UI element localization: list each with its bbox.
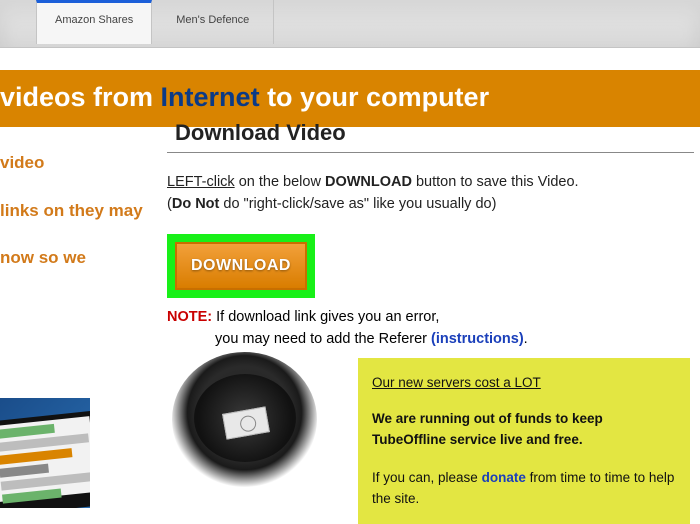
instructions-link[interactable]: (instructions) <box>431 331 524 347</box>
sidebar-line-1: video <box>0 150 145 176</box>
ad-tab-1[interactable]: Amazon Shares <box>36 0 152 44</box>
note-dot: . <box>524 331 528 347</box>
ad-tab-2[interactable]: Men's Defence <box>152 0 274 44</box>
notice-tail: If you can, please donate from time to t… <box>372 470 674 507</box>
note-text-2: you may need to add the Referer <box>215 331 431 347</box>
note-text: If download link gives you an error, <box>212 309 439 325</box>
note: NOTE: If download link gives you an erro… <box>167 306 694 351</box>
donation-notice: Our new servers cost a LOT We are runnin… <box>358 358 690 524</box>
instr-tail: button to save this Video. <box>412 174 579 190</box>
download-highlight: DOWNLOAD <box>167 234 315 298</box>
promo-thumbnail[interactable] <box>0 398 90 508</box>
donation-hat-image <box>172 352 317 492</box>
sidebar-line-3: now so we <box>0 245 145 271</box>
download-button[interactable]: DOWNLOAD <box>175 242 307 290</box>
note-label: NOTE: <box>167 309 212 325</box>
laptop-icon <box>0 411 90 508</box>
instr2-donot: Do Not <box>172 196 220 212</box>
instr-leftclick: LEFT-click <box>167 174 235 190</box>
instr2-post: do "right-click/save as" like you usuall… <box>219 196 496 212</box>
instr-mid: on the below <box>235 174 325 190</box>
main-content: Download Video LEFT-click on the below D… <box>167 118 694 351</box>
notice-tail-pre: If you can, please <box>372 470 482 485</box>
ad-tabs-bar: Amazon Shares Men's Defence <box>0 0 700 48</box>
instr-download-word: DOWNLOAD <box>325 174 412 190</box>
sidebar-line-2: links on they may <box>0 198 145 224</box>
banner-highlight: Internet <box>161 82 260 112</box>
banner-text-post: to your computer <box>260 82 490 112</box>
instructions: LEFT-click on the below DOWNLOAD button … <box>167 171 694 216</box>
download-button-wrap: DOWNLOAD <box>167 234 694 298</box>
notice-bold: We are running out of funds to keep Tube… <box>372 408 676 451</box>
page-title: Download Video <box>167 118 694 153</box>
banner-text-pre: videos from <box>0 82 161 112</box>
notice-lead: Our new servers cost a LOT <box>372 372 676 394</box>
sidebar: video links on they may now so we <box>0 150 145 293</box>
donate-link[interactable]: donate <box>482 470 526 485</box>
